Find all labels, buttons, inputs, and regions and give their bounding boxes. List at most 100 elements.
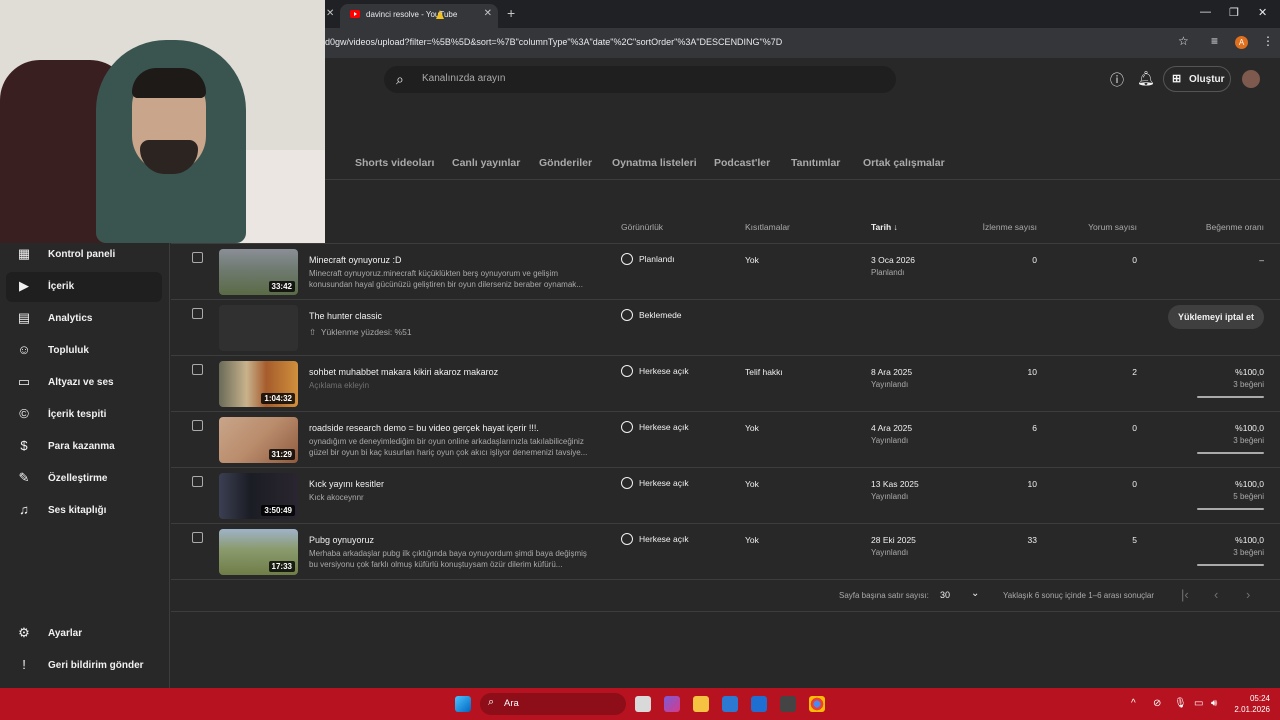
network-off-icon[interactable]: ⊘ (1153, 698, 1161, 709)
visibility-cell[interactable]: Herkese açık (621, 421, 689, 433)
sidebar-item-analytics[interactable]: ▤ Analytics (6, 304, 162, 334)
visibility-cell[interactable]: Herkese açık (621, 533, 689, 545)
tab-shorts[interactable]: Shorts videoları (355, 157, 434, 169)
url-text[interactable]: d0gw/videos/upload?filter=%5B%5D&sort=%7… (325, 37, 782, 47)
media-queue-icon[interactable]: ≡ (1211, 34, 1218, 48)
chevron-down-icon[interactable]: ⌄ (971, 588, 979, 599)
tab-podcasts[interactable]: Podcast'ler (714, 157, 770, 169)
analytics-icon: ▤ (17, 310, 31, 325)
customization-icon: ✎ (18, 470, 30, 485)
video-title[interactable]: Pubg oynuyoruz (309, 535, 374, 545)
store-icon[interactable] (722, 696, 738, 712)
cancel-upload-button[interactable]: Yüklemeyi iptal et (1168, 305, 1264, 329)
restore-icon[interactable]: ❐ (1229, 6, 1239, 19)
header-comments[interactable]: Yorum sayısı (1071, 222, 1137, 232)
visibility-cell[interactable]: Herkese açık (621, 365, 689, 377)
tab-promotions[interactable]: Tanıtımlar (791, 157, 840, 169)
video-title[interactable]: roadside research demo = bu video gerçek… (309, 423, 539, 433)
header-date[interactable]: Tarih ↓ (871, 222, 898, 232)
first-page-icon[interactable]: |‹ (1181, 587, 1189, 602)
row-checkbox[interactable] (192, 476, 203, 487)
previous-page-icon[interactable]: ‹ (1214, 587, 1218, 602)
video-thumbnail[interactable]: 31:29 (219, 417, 298, 463)
app-icon[interactable] (780, 696, 796, 712)
video-thumbnail[interactable]: 33:42 (219, 249, 298, 295)
visibility-cell[interactable]: Beklemede (621, 309, 682, 321)
help-icon[interactable]: ⓘ (1110, 70, 1124, 90)
row-checkbox[interactable] (192, 364, 203, 375)
video-thumbnail[interactable]: 3:50:49 (219, 473, 298, 519)
table-row[interactable]: 17:33 Pubg oynuyoruz Merhaba arkadaşlar … (171, 524, 1280, 580)
video-duration: 31:29 (268, 449, 295, 460)
rows-per-page-select[interactable]: 30 (940, 590, 950, 600)
video-thumbnail[interactable]: 1:04:32 (219, 361, 298, 407)
channel-search[interactable]: ⌕ Kanalınızda arayın (384, 66, 896, 93)
video-title[interactable]: Kıck yayını kesitler (309, 479, 384, 489)
notifications-icon[interactable]: 🔔︎ (1137, 70, 1155, 87)
like-ratio-bar (1197, 564, 1264, 566)
m365-icon[interactable] (664, 696, 680, 712)
chrome-icon[interactable] (809, 696, 825, 712)
views-cell: 0 (1032, 255, 1037, 265)
window-close-icon[interactable]: ✕ (1258, 6, 1267, 19)
video-thumbnail[interactable]: 17:33 (219, 529, 298, 575)
tray-chevron-icon[interactable]: ^ (1131, 698, 1136, 709)
tab-posts[interactable]: Gönderiler (539, 157, 592, 169)
visibility-cell[interactable]: Planlandı (621, 253, 674, 265)
sidebar-item-settings[interactable]: ⚙ Ayarlar (6, 619, 162, 649)
sidebar-item-community[interactable]: ☺ Topluluk (6, 336, 162, 366)
row-checkbox[interactable] (192, 252, 203, 263)
outlook-icon[interactable] (751, 696, 767, 712)
date-status: Planlandı (871, 268, 905, 277)
search-input[interactable]: Kanalınızda arayın (422, 73, 505, 84)
header-restrictions[interactable]: Kısıtlamalar (745, 222, 790, 232)
network-icon[interactable]: ▭ (1194, 698, 1203, 709)
video-title[interactable]: Minecraft oynuyoruz :D (309, 255, 402, 265)
microphone-icon[interactable]: 🎙︎ (1174, 698, 1187, 709)
sidebar-item-dashboard[interactable]: ▦ Kontrol paneli (6, 240, 162, 270)
video-title[interactable]: The hunter classic (309, 311, 382, 321)
taskbar-search[interactable]: ⌕ Ara (480, 693, 626, 715)
table-row[interactable]: 31:29 roadside research demo = bu video … (171, 412, 1280, 468)
browser-menu-icon[interactable]: ⋮ (1262, 34, 1274, 48)
windows-start-icon[interactable] (455, 696, 471, 712)
table-row[interactable]: 1:04:32 sohbet muhabbet makara kikiri ak… (171, 356, 1280, 412)
sidebar-item-subtitles[interactable]: ▭ Altyazı ve ses (6, 368, 162, 398)
video-description[interactable]: Açıklama ekleyin (309, 380, 595, 391)
prev-tab-close-icon[interactable]: ✕ (326, 8, 334, 19)
sidebar-item-audio-library[interactable]: ♫ Ses kitaplığı (6, 496, 162, 526)
sidebar-item-monetization[interactable]: $ Para kazanma (6, 432, 162, 462)
tab-playlists[interactable]: Oynatma listeleri (612, 157, 697, 169)
video-title[interactable]: sohbet muhabbet makara kikiri akaroz mak… (309, 367, 498, 377)
sidebar-item-customization[interactable]: ✎ Özelleştirme (6, 464, 162, 494)
tab-live[interactable]: Canlı yayınlar (452, 157, 520, 169)
table-row[interactable]: 3:50:49 Kıck yayını kesitler Kıck akocey… (171, 468, 1280, 524)
file-explorer-icon[interactable] (693, 696, 709, 712)
bookmark-star-icon[interactable]: ☆ (1178, 34, 1189, 48)
row-checkbox[interactable] (192, 532, 203, 543)
create-button[interactable]: ⊞ Oluştur (1163, 66, 1231, 92)
row-checkbox[interactable] (192, 308, 203, 319)
header-views[interactable]: İzlenme sayısı (971, 222, 1037, 232)
tab-close-icon[interactable]: ✕ (484, 8, 492, 19)
visibility-cell[interactable]: Herkese açık (621, 477, 689, 489)
sidebar-item-content-detection[interactable]: © İçerik tespiti (6, 400, 162, 430)
tab-collaborations[interactable]: Ortak çalışmalar (863, 157, 945, 169)
table-row[interactable]: 33:42 Minecraft oynuyoruz :D Minecraft o… (171, 244, 1280, 300)
next-page-icon[interactable]: › (1246, 587, 1250, 602)
header-visibility[interactable]: Görünürlük (621, 222, 663, 232)
channel-avatar[interactable] (1242, 70, 1260, 88)
new-tab-icon[interactable]: + (507, 5, 515, 21)
sidebar-item-feedback[interactable]: ! Geri bildirim gönder (6, 651, 162, 681)
task-view-icon[interactable] (635, 696, 651, 712)
sidebar-item-content[interactable]: ▶ İçerik (6, 272, 162, 302)
browser-tab-active[interactable]: davinci resolve - YouTube ✕ (340, 4, 498, 28)
header-likes[interactable]: Beğenme oranı (1171, 222, 1264, 232)
restrictions-cell[interactable]: Telif hakkı (745, 367, 783, 377)
volume-icon[interactable]: 🔊︎ (1211, 698, 1217, 709)
row-checkbox[interactable] (192, 420, 203, 431)
browser-profile-avatar[interactable]: A (1235, 36, 1248, 49)
minimize-icon[interactable]: — (1200, 6, 1211, 18)
table-row[interactable]: The hunter classic ⇧ Yüklenme yüzdesi: %… (171, 300, 1280, 356)
taskbar-clock[interactable]: 05:24 2.01.2026 (1230, 693, 1270, 715)
